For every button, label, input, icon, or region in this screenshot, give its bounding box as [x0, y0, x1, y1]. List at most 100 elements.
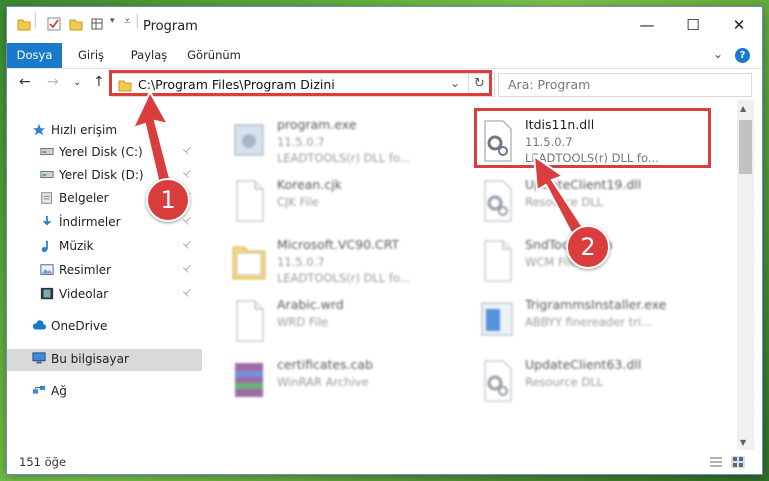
search-box[interactable]: Ara: Program	[498, 73, 752, 97]
drive-icon	[40, 171, 54, 179]
back-button[interactable]: ←	[19, 74, 31, 90]
file-detail: 11.5.0.7	[277, 135, 325, 149]
step-2-badge: 2	[566, 225, 610, 269]
ribbon-tabs: Dosya Giriş Paylaş Görünüm ⌄ ?	[7, 43, 762, 69]
nav-item[interactable]: Yerel Disk (C:) ⊥	[7, 142, 202, 164]
file-item[interactable]: Arabic.wrd WRD File	[207, 293, 457, 351]
address-highlight-box	[109, 70, 492, 96]
nav-item[interactable]: Müzik ⊥	[7, 236, 202, 258]
nav-item-label: OneDrive	[51, 319, 108, 333]
file-name: Arabic.wrd	[277, 297, 344, 312]
window-title: Program	[143, 19, 198, 34]
nav-item-label: İndirmeler	[59, 215, 121, 229]
nav-item-label: Belgeler	[59, 191, 109, 205]
file-detail: CJK File	[277, 195, 319, 209]
expand-ribbon-icon[interactable]: ⌄	[713, 47, 723, 61]
file-item[interactable]: certificates.cab WinRAR Archive	[207, 353, 457, 411]
file-icon	[484, 240, 512, 282]
pin-icon[interactable]: ⊥	[180, 238, 194, 252]
pin-icon[interactable]: ⊥	[180, 286, 194, 300]
download-icon	[42, 215, 52, 226]
nav-item-label: Yerel Disk (C:)	[59, 145, 143, 159]
separator: |	[33, 12, 38, 28]
file-name: UpdateClient63.dll	[525, 357, 642, 372]
file-item[interactable]: UpdateClient19.dll Resource DLL	[455, 173, 705, 231]
pictures-icon	[40, 264, 54, 275]
status-bar: 151 öğe	[7, 450, 762, 474]
videos-icon	[40, 287, 54, 300]
file-name: certificates.cab	[277, 357, 374, 372]
tab-share[interactable]: Paylaş	[120, 43, 178, 68]
separator: |	[135, 13, 140, 29]
file-name: Microsoft.VC90.CRT	[277, 237, 400, 252]
file-item[interactable]: Microsoft.VC90.CRT 11.5.0.7 LEADTOOLS(r) D…	[207, 233, 457, 291]
new-folder-icon[interactable]	[69, 17, 83, 31]
scroll-down-icon[interactable]: ▼	[740, 438, 746, 447]
tab-home[interactable]: Giriş	[62, 43, 120, 68]
nav-item[interactable]: Videolar ⊥	[7, 284, 202, 306]
customize-toolbar-icon[interactable]: ⩡	[124, 14, 131, 29]
nav-item[interactable]: Hızlı erişim	[7, 120, 202, 142]
details-view-icon[interactable]	[709, 456, 723, 468]
recent-locations-button[interactable]: ⌄	[73, 77, 81, 88]
dropdown-icon[interactable]: ▾	[110, 16, 115, 26]
file-detail: LEADTOOLS(r) DLL fo...	[277, 271, 411, 285]
pin-icon[interactable]: ⊥	[180, 262, 194, 276]
view-icon[interactable]	[91, 17, 107, 31]
close-button[interactable]: ✕	[716, 7, 762, 43]
explorer-window: | ▾ ⩡ | Program — ☐ ✕ Dosya Giriş Paylaş…	[7, 7, 762, 474]
properties-icon[interactable]	[47, 17, 61, 31]
file-name: program.exe	[277, 117, 357, 132]
nav-item-label: Videolar	[59, 287, 109, 301]
folder-icon	[17, 19, 31, 31]
archive-icon	[235, 363, 263, 397]
file-item[interactable]: UpdateClient63.dll Resource DLL	[455, 353, 705, 411]
address-row: ← → ⌄ ↑ C:\Program Files\Program Dizini …	[7, 69, 762, 99]
nav-item[interactable]: Ağ	[7, 381, 202, 403]
large-icons-view-icon[interactable]	[731, 456, 745, 468]
nav-item[interactable]: OneDrive	[7, 316, 202, 338]
tab-file[interactable]: Dosya	[7, 43, 62, 68]
file-detail: WRD File	[277, 315, 329, 329]
nav-item-label: Ağ	[51, 384, 67, 398]
file-icon	[236, 180, 264, 222]
file-item[interactable]: TrigrammsInstaller.exe ABBYY finereader t…	[455, 293, 705, 351]
tab-view[interactable]: Görünüm	[178, 43, 250, 68]
file-item[interactable]: program.exe 11.5.0.7 LEADTOOLS(r) DLL fo..…	[207, 113, 457, 171]
step-1-badge: 1	[146, 178, 190, 222]
navigation-pane: Hızlı erişim Yerel Disk (C:) ⊥ Yerel Disk (…	[7, 106, 202, 451]
pin-icon[interactable]: ⊥	[180, 167, 194, 181]
file-item[interactable]: Korean.cjk CJK File	[207, 173, 457, 231]
nav-item-label: Hızlı erişim	[51, 123, 118, 137]
music-icon	[41, 240, 48, 253]
installer-icon	[481, 302, 513, 336]
file-detail: 11.5.0.7	[277, 255, 325, 269]
nav-item[interactable]: Resimler ⊥	[7, 260, 202, 282]
documents-icon	[41, 192, 52, 204]
pin-icon[interactable]: ⊥	[180, 144, 194, 158]
maximize-button[interactable]: ☐	[670, 7, 716, 43]
scroll-thumb[interactable]	[739, 120, 752, 174]
folder-icon	[232, 246, 266, 280]
up-button[interactable]: ↑	[93, 74, 105, 90]
title-bar: | ▾ ⩡ | Program — ☐ ✕	[7, 7, 762, 43]
file-detail: WinRAR Archive	[277, 375, 369, 389]
minimize-button[interactable]: —	[624, 7, 670, 43]
nav-item-label: Bu bilgisayar	[51, 352, 129, 366]
cloud-icon	[32, 320, 46, 330]
dll-icon	[484, 360, 512, 402]
file-icon	[236, 300, 264, 342]
file-detail: Resource DLL	[525, 375, 604, 389]
vertical-scrollbar[interactable]: ▲ ▼	[737, 100, 754, 450]
help-icon[interactable]: ?	[735, 48, 750, 63]
star-icon	[32, 123, 46, 136]
search-placeholder: Ara: Program	[508, 77, 591, 92]
scroll-up-icon[interactable]: ▲	[740, 104, 746, 113]
file-detail: ABBYY finereader tri...	[525, 315, 653, 329]
nav-item-label: Müzik	[59, 239, 94, 253]
nav-item[interactable]: Bu bilgisayar	[7, 349, 202, 371]
exe-icon	[234, 124, 264, 156]
forward-button[interactable]: →	[47, 74, 59, 90]
file-name: UpdateClient19.dll	[525, 177, 642, 192]
nav-item-label: Yerel Disk (D:)	[59, 168, 144, 182]
